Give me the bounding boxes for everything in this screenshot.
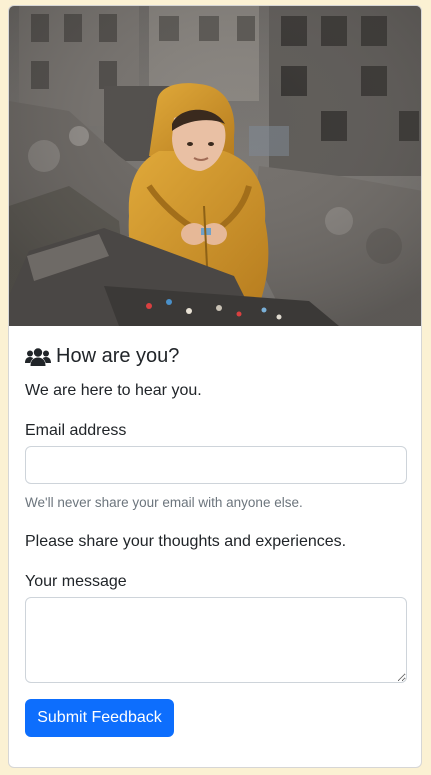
- card-title: How are you?: [25, 345, 179, 368]
- card-subtitle: We are here to hear you.: [25, 382, 202, 399]
- message-textarea[interactable]: [25, 597, 407, 683]
- feedback-card: How are you? We are here to hear you. Em…: [8, 5, 422, 768]
- message-prompt: Please share your thoughts and experienc…: [25, 533, 347, 550]
- users-icon: [25, 347, 51, 366]
- email-help-text: We'll never share your email with anyone…: [25, 495, 303, 510]
- hero-image: [9, 6, 421, 326]
- submit-feedback-button[interactable]: Submit Feedback: [25, 699, 174, 737]
- email-label: Email address: [25, 422, 127, 439]
- email-input[interactable]: [25, 446, 407, 484]
- card-title-text: How are you?: [56, 345, 180, 367]
- message-label: Your message: [25, 573, 127, 590]
